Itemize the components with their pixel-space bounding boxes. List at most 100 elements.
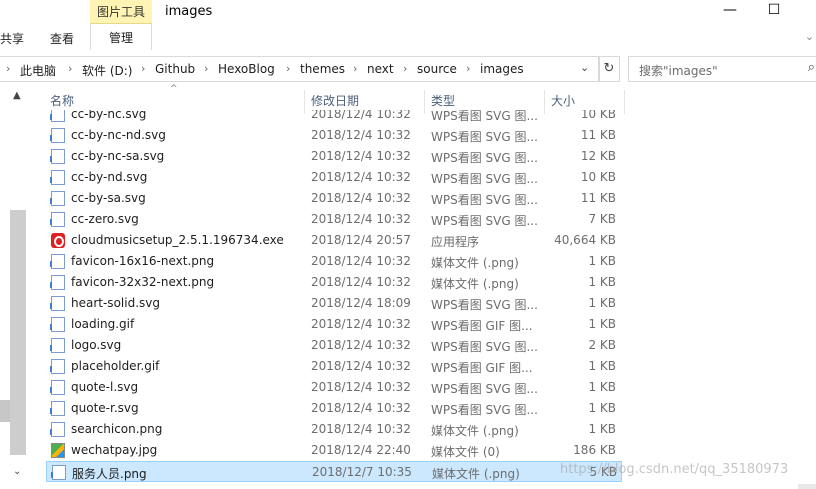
- gif-file-icon: [50, 359, 65, 374]
- status-strip: [798, 484, 816, 489]
- search-icon[interactable]: ⌕: [808, 60, 815, 75]
- breadcrumb-themes[interactable]: themes: [300, 62, 345, 76]
- breadcrumb-separator-icon[interactable]: ›: [68, 62, 72, 75]
- file-type-tag-icon: [50, 261, 52, 267]
- file-row[interactable]: cc-by-nd.svg 2018/12/4 10:32 WPS看图 SVG 图..…: [46, 167, 622, 188]
- file-type: WPS看图 SVG 图...: [431, 193, 538, 207]
- file-name: cc-zero.svg: [71, 212, 139, 226]
- file-type-tag-icon: [50, 198, 52, 204]
- file-type-tag-icon: [50, 219, 52, 225]
- file-type-tag-icon: [50, 345, 52, 351]
- file-name: cc-by-nc-nd.svg: [71, 128, 166, 142]
- file-size: 2 KB: [588, 338, 616, 352]
- file-row[interactable]: cloudmusicsetup_2.5.1.196734.exe 2018/12/…: [46, 230, 622, 251]
- file-name: cc-by-nc.svg: [71, 110, 147, 121]
- file-row[interactable]: logo.svg 2018/12/4 10:32 WPS看图 SVG 图... 2 K…: [46, 335, 622, 356]
- scroll-down-icon[interactable]: ⌄: [13, 466, 21, 477]
- file-size: 1 KB: [588, 359, 616, 373]
- file-name: cc-by-sa.svg: [71, 191, 146, 205]
- file-name: favicon-16x16-next.png: [71, 254, 215, 268]
- file-row[interactable]: favicon-32x32-next.png 2018/12/4 10:32 媒体文…: [46, 272, 622, 293]
- file-row[interactable]: quote-r.svg 2018/12/4 10:32 WPS看图 SVG 图...…: [46, 398, 622, 419]
- file-type-tag-icon: [50, 324, 52, 330]
- search-box[interactable]: 搜索"images" ⌕: [628, 56, 816, 82]
- scroll-up-icon[interactable]: ▲: [13, 90, 21, 101]
- file-size: 40,664 KB: [554, 233, 616, 247]
- file-date: 2018/12/4 10:32: [311, 338, 411, 352]
- file-type-tag-icon: [50, 303, 52, 309]
- breadcrumb-this-pc[interactable]: 此电脑: [20, 62, 56, 79]
- breadcrumb-separator-icon[interactable]: ›: [353, 62, 357, 75]
- nav-scrollbar-thumb[interactable]: [10, 210, 26, 455]
- file-row[interactable]: cc-by-nc-sa.svg 2018/12/4 10:32 WPS看图 SVG …: [46, 146, 622, 167]
- file-row[interactable]: cc-by-nc-nd.svg 2018/12/4 10:32 WPS看图 SVG …: [46, 125, 622, 146]
- file-type: WPS看图 SVG 图...: [431, 340, 538, 354]
- address-dropdown-icon[interactable]: ⌄: [580, 61, 589, 74]
- file-row[interactable]: placeholder.gif 2018/12/4 10:32 WPS看图 GIF …: [46, 356, 622, 377]
- breadcrumb-separator-icon[interactable]: ›: [286, 62, 290, 75]
- svg-file-icon: [50, 212, 65, 227]
- context-tab-picture-tools[interactable]: 图片工具: [90, 0, 152, 24]
- file-name: cc-by-nd.svg: [71, 170, 148, 184]
- png-file-icon: [51, 465, 66, 480]
- breadcrumb-drive-d[interactable]: 软件 (D:): [82, 62, 132, 79]
- breadcrumb-github[interactable]: Github: [155, 62, 195, 76]
- ribbon: 图片工具 images 共享 查看 管理 — ☐ ⌄: [0, 0, 816, 50]
- gif-file-icon: [50, 317, 65, 332]
- file-type-tag-icon: [50, 114, 52, 120]
- file-row[interactable]: cc-by-sa.svg 2018/12/4 10:32 WPS看图 SVG 图..…: [46, 188, 622, 209]
- file-type-tag-icon: [50, 408, 52, 414]
- file-type: 媒体文件 (0): [431, 445, 500, 459]
- maximize-button[interactable]: ☐: [754, 0, 794, 22]
- file-row[interactable]: 服务人员.png 2018/12/7 10:35 媒体文件 (.png) 5 KB: [46, 461, 622, 482]
- file-date: 2018/12/4 10:32: [311, 401, 411, 415]
- file-type: 媒体文件 (.png): [431, 424, 519, 438]
- breadcrumb-separator-icon: ›: [6, 62, 11, 75]
- minimize-button[interactable]: —: [710, 0, 750, 22]
- breadcrumb-separator-icon[interactable]: ›: [204, 62, 208, 75]
- breadcrumb-separator-icon[interactable]: ›: [403, 62, 407, 75]
- tab-view[interactable]: 查看: [50, 30, 74, 47]
- file-size: 1 KB: [588, 422, 616, 436]
- file-row[interactable]: quote-l.svg 2018/12/4 10:32 WPS看图 SVG 图...…: [46, 377, 622, 398]
- file-type: WPS看图 SVG 图...: [431, 130, 538, 144]
- file-row[interactable]: favicon-16x16-next.png 2018/12/4 10:32 媒体文…: [46, 251, 622, 272]
- watermark-text: https://blog.csdn.net/qq_35180973: [560, 462, 789, 477]
- jpg-file-icon: [51, 443, 65, 458]
- file-type: WPS看图 GIF 图...: [431, 361, 533, 375]
- tab-share[interactable]: 共享: [0, 30, 24, 47]
- file-row[interactable]: loading.gif 2018/12/4 10:32 WPS看图 GIF 图...…: [46, 314, 622, 335]
- file-list: cc-by-nc.svg 2018/12/4 10:32 WPS看图 SVG 图..…: [46, 110, 626, 489]
- file-size: 7 KB: [588, 212, 616, 226]
- svg-file-icon: [50, 401, 65, 416]
- file-row[interactable]: heart-solid.svg 2018/12/4 18:09 WPS看图 SVG …: [46, 293, 622, 314]
- breadcrumb-images[interactable]: images: [480, 62, 524, 76]
- ribbon-collapse-icon[interactable]: ⌄: [805, 30, 814, 43]
- file-date: 2018/12/4 10:32: [311, 149, 411, 163]
- search-input[interactable]: 搜索"images": [639, 62, 718, 79]
- file-date: 2018/12/4 20:57: [311, 233, 411, 247]
- breadcrumb-source[interactable]: source: [417, 62, 457, 76]
- refresh-button[interactable]: ↻: [598, 56, 620, 82]
- file-row[interactable]: cc-zero.svg 2018/12/4 10:32 WPS看图 SVG 图...…: [46, 209, 622, 230]
- file-row[interactable]: wechatpay.jpg 2018/12/4 22:40 媒体文件 (0) 186 …: [46, 440, 622, 461]
- tab-manage[interactable]: 管理: [90, 24, 152, 50]
- file-row[interactable]: searchicon.png 2018/12/4 10:32 媒体文件 (.png)…: [46, 419, 622, 440]
- breadcrumb-separator-icon[interactable]: ›: [141, 62, 145, 75]
- navigation-pane-edge: [0, 400, 10, 422]
- breadcrumb-hexoblog[interactable]: HexoBlog: [218, 62, 275, 76]
- svg-file-icon: [50, 128, 65, 143]
- file-date: 2018/12/4 10:32: [311, 422, 411, 436]
- breadcrumb-separator-icon[interactable]: ›: [466, 62, 470, 75]
- file-name: heart-solid.svg: [71, 296, 160, 310]
- file-size: 1 KB: [588, 275, 616, 289]
- file-row[interactable]: cc-by-nc.svg 2018/12/4 10:32 WPS看图 SVG 图..…: [46, 110, 622, 125]
- file-date: 2018/12/4 10:32: [311, 110, 411, 121]
- svg-file-icon: [50, 170, 65, 185]
- breadcrumb-next[interactable]: next: [367, 62, 394, 76]
- address-bar[interactable]: › 此电脑 › 软件 (D:) › Github › HexoBlog › th…: [0, 56, 600, 82]
- file-size: 10 KB: [580, 110, 616, 121]
- file-type: WPS看图 SVG 图...: [431, 151, 538, 165]
- file-size: 1 KB: [588, 296, 616, 310]
- file-type-tag-icon: [50, 387, 52, 393]
